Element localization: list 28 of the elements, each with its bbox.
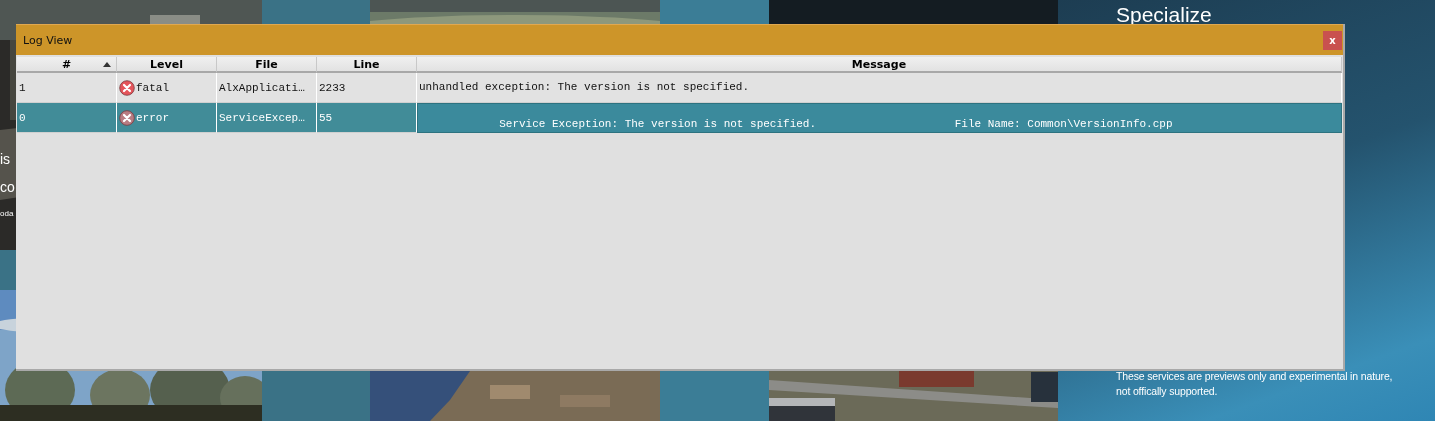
- window-title: Log View: [23, 33, 74, 47]
- section-heading: Specialize: [1116, 3, 1212, 27]
- column-header[interactable]: #: [17, 57, 117, 73]
- column-label: Line: [353, 57, 380, 71]
- column-label: Message: [851, 57, 907, 71]
- column-label: Level: [150, 57, 183, 71]
- column-label: #: [61, 57, 72, 71]
- table-cell: 1: [19, 81, 26, 94]
- table-cell: 55: [319, 111, 333, 124]
- table-cell: 2233: [319, 81, 346, 94]
- column-header[interactable]: Line: [317, 57, 417, 73]
- column-header[interactable]: File: [217, 57, 317, 73]
- table-cell: error: [136, 111, 169, 124]
- tile-text: is: [0, 152, 11, 169]
- table-cell: unhandled exception: The version is not specified.: [419, 81, 750, 94]
- table-cell-text: Service Exception: The version is not specified. File Name: Common\VersionInfo.cpp: [498, 117, 1173, 131]
- table-cell: 0: [19, 111, 26, 124]
- table-cell: ServiceExcep…: [219, 111, 305, 124]
- table-cell: AlxApplicati…: [219, 81, 305, 94]
- note-text: not offically supported.: [1116, 384, 1218, 399]
- close-button[interactable]: x: [1323, 30, 1342, 50]
- column-header[interactable]: Level: [117, 57, 217, 73]
- column-label: File: [255, 57, 278, 71]
- column-header[interactable]: Message: [417, 57, 1342, 73]
- note-text: These services are previews only and experimental in nature,: [1116, 369, 1393, 384]
- tile-text: oda: [0, 210, 14, 218]
- tile-text: co: [0, 180, 15, 197]
- table-cell: fatal: [136, 81, 169, 94]
